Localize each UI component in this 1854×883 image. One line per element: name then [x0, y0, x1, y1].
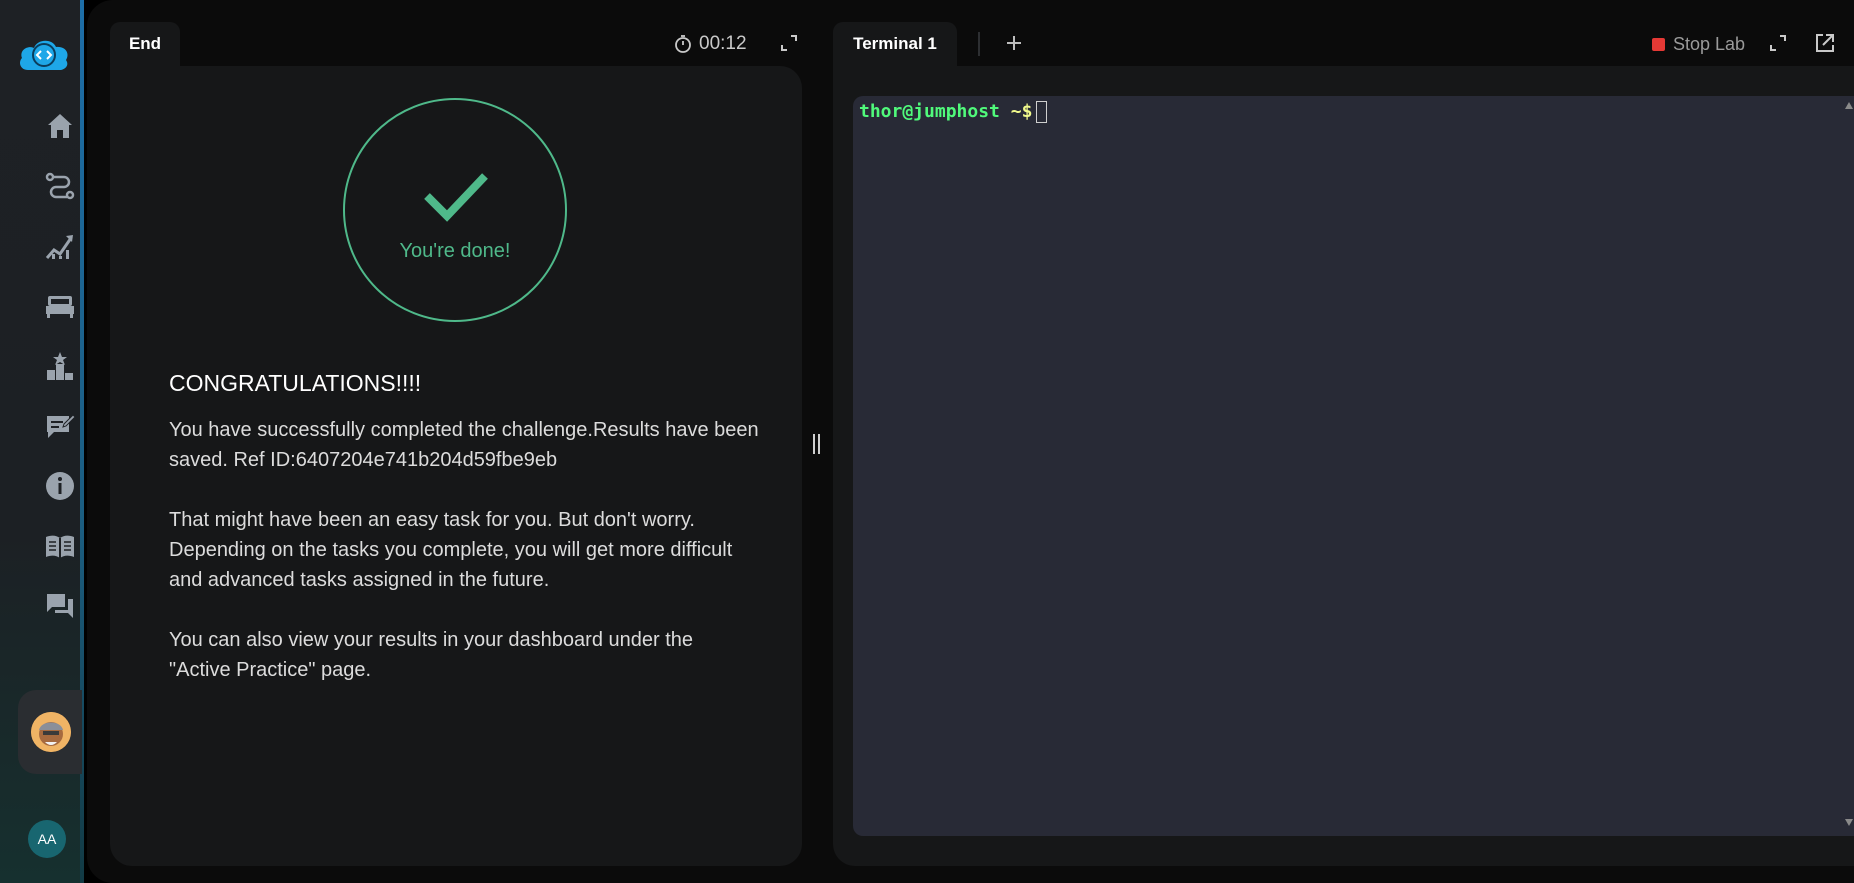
done-label: You're done!: [399, 240, 511, 262]
add-tab-icon[interactable]: [1003, 32, 1025, 54]
stop-icon: [1652, 37, 1665, 51]
scroll-down-icon[interactable]: [1844, 818, 1854, 828]
timer-value: 00:12: [699, 33, 747, 54]
stop-lab-button[interactable]: Stop Lab: [1652, 30, 1745, 58]
book-icon[interactable]: [44, 530, 76, 562]
chat-icon[interactable]: [44, 590, 76, 622]
result-paragraph: You have successfully completed the chal…: [169, 419, 759, 471]
expand-icon[interactable]: [780, 34, 798, 52]
expand-icon[interactable]: [1769, 34, 1787, 52]
tab-terminal-1[interactable]: Terminal 1: [833, 22, 957, 68]
logo-icon[interactable]: [16, 36, 72, 72]
feedback-icon[interactable]: [44, 410, 76, 442]
terminal-screen[interactable]: [853, 96, 1854, 836]
tab-separator: [978, 32, 980, 56]
terminal-prompt: thor@jumphost ~$: [859, 101, 1048, 123]
open-external-icon[interactable]: [1814, 32, 1836, 54]
bed-icon[interactable]: [44, 290, 76, 322]
stop-lab-label: Stop Lab: [1673, 33, 1746, 54]
prompt-path: ~$: [1010, 101, 1033, 122]
home-icon[interactable]: [44, 110, 76, 142]
stopwatch-icon: [675, 35, 691, 53]
route-icon[interactable]: [44, 170, 76, 202]
leaderboard-icon[interactable]: [44, 350, 76, 382]
info-paragraph: That might have been an easy task for yo…: [169, 509, 733, 591]
checkmark-icon: [424, 173, 488, 222]
tab-end[interactable]: End: [110, 22, 180, 68]
congrats-heading: CONGRATULATIONS!!!!: [169, 370, 422, 396]
user-initials-badge[interactable]: AA: [28, 820, 66, 858]
resize-handle[interactable]: [812, 432, 822, 456]
avatar[interactable]: [31, 712, 71, 752]
progress-chart-icon[interactable]: [44, 230, 76, 262]
timer: 00:12: [673, 30, 747, 58]
scroll-up-icon[interactable]: [1844, 100, 1854, 110]
dashboard-paragraph: You can also view your results in your d…: [169, 629, 694, 681]
prompt-user: thor@jumphost: [859, 101, 1000, 122]
terminal-cursor: [1036, 101, 1048, 123]
info-icon[interactable]: [44, 470, 76, 502]
